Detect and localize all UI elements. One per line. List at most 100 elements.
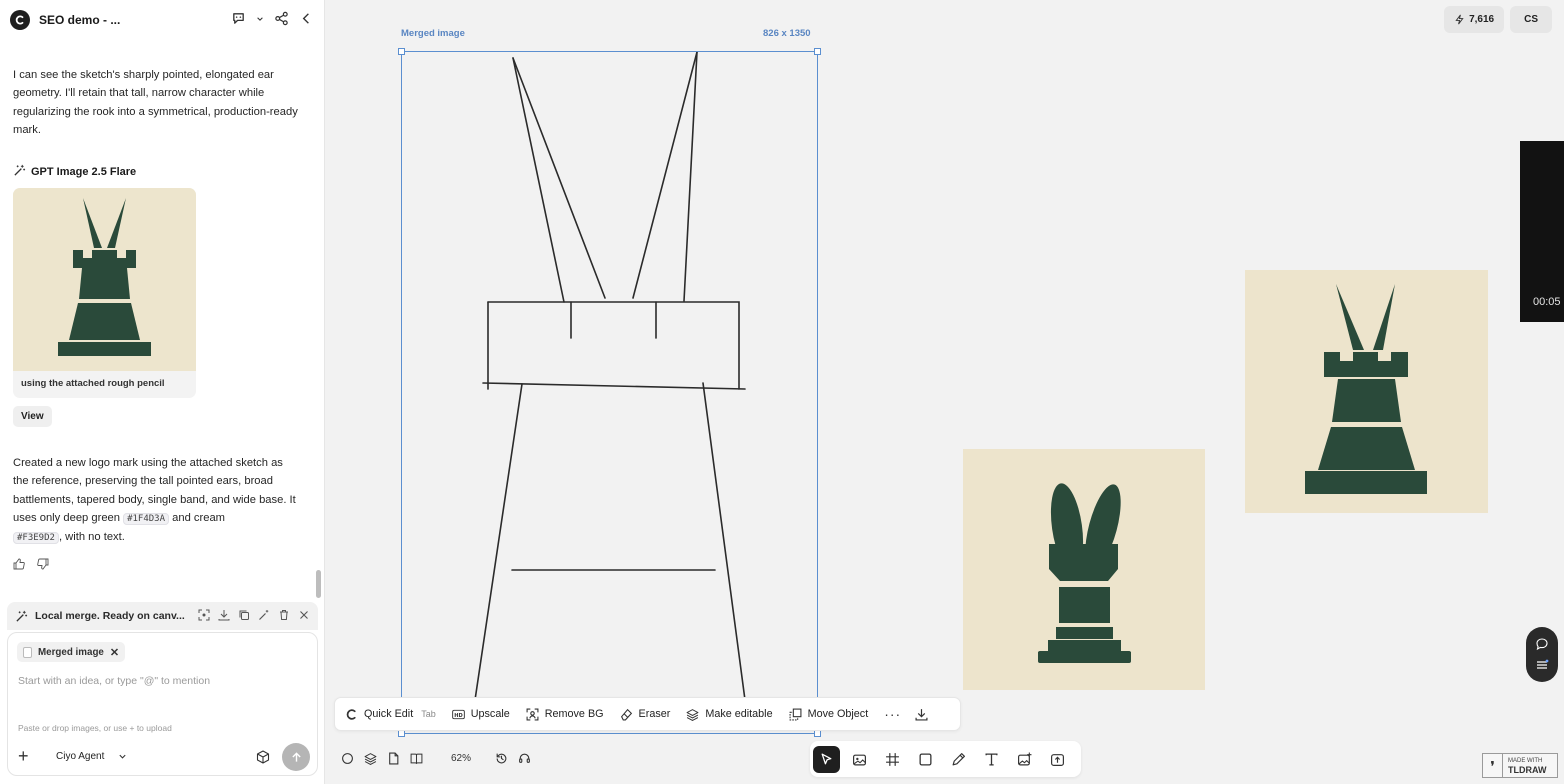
prompt-input[interactable]: Start with an idea, or type "@" to menti… [18,675,210,687]
resize-handle[interactable] [398,730,405,737]
send-button[interactable] [282,743,310,771]
frame-tool-icon[interactable] [879,746,906,773]
layers-icon[interactable] [364,752,377,765]
layers-icon [686,708,699,721]
comment-icon[interactable] [231,11,246,26]
message-text: and cream [172,511,225,524]
download-icon[interactable] [915,708,928,721]
move-object-label: Move Object [807,708,869,720]
color-code-chip: #1F4D3A [123,512,170,525]
ciyo-logo-icon [346,708,356,720]
video-timestamp: 00:05 [1533,296,1561,308]
copy-icon[interactable] [238,609,250,621]
tldraw-badge[interactable]: ❜ MADE WITH TLDRAW [1482,753,1558,778]
canvas-image-rook-pointed[interactable] [1245,270,1488,513]
credits-badge[interactable]: 7,616 [1444,6,1505,33]
selection-frame[interactable] [398,48,821,737]
list-icon[interactable] [1535,658,1549,672]
selection-name: Merged image [401,28,465,39]
download-icon[interactable] [218,609,230,621]
arrow-up-icon [291,751,301,762]
book-icon[interactable] [410,752,423,765]
share-icon[interactable] [274,11,289,26]
model-label: GPT Image 2.5 Flare [13,164,136,180]
thumbs-down-icon[interactable] [37,558,49,573]
add-attachment-button[interactable]: + [18,746,38,767]
color-code-chip: #F3E9D2 [13,532,59,545]
image-thumbnail-icon [23,646,32,658]
hd-icon: HD [451,709,465,719]
selection-dimensions: 826 x 1350 [763,28,811,39]
comment-icon[interactable] [1535,637,1549,651]
move-object-icon [789,708,802,720]
make-editable-label: Make editable [705,708,773,720]
image-actions-toolbar: Quick Edit Tab HD Upscale Remove BG Eras… [334,697,961,731]
merge-status-bar: Local merge. Ready on canv... [7,602,318,630]
select-tool-icon[interactable] [813,745,840,773]
remove-bg-button[interactable]: Remove BG [526,708,604,721]
rectangle-tool-icon[interactable] [912,746,939,773]
move-object-button[interactable]: Move Object [789,708,869,721]
text-tool-icon[interactable] [978,746,1005,773]
focus-icon[interactable] [198,609,210,621]
close-icon[interactable] [298,609,310,621]
chevron-down-icon[interactable] [256,11,264,26]
resize-handle[interactable] [398,48,405,55]
history-icon[interactable] [495,752,508,765]
make-editable-button[interactable]: Make editable [686,708,773,721]
generated-image-thumbnail[interactable] [13,188,196,371]
collapse-icon[interactable] [299,11,314,26]
resize-handle[interactable] [814,48,821,55]
tldraw-label: TLDRAW [1508,764,1547,775]
user-avatar[interactable]: CS [1510,6,1552,33]
attachment-chip[interactable]: Merged image ✕ [17,642,126,662]
agent-selector[interactable]: Ciyo Agent [56,751,127,762]
canvas-image-rook-rounded[interactable] [963,449,1205,690]
canvas[interactable]: Merged image 826 x 1350 00:05 7,616 CS Q… [325,0,1564,784]
agent-label: Ciyo Agent [56,750,105,762]
generated-image-card[interactable]: using the attached rough pencil [13,188,196,398]
assistant-message: I can see the sketch's sharply pointed, … [13,69,298,136]
trash-icon[interactable] [278,609,290,621]
magic-wand-icon[interactable] [258,609,270,621]
chat-panel: SEO demo - ... I can see the sketch's sh… [0,0,325,784]
remove-bg-label: Remove BG [544,708,604,720]
page-icon[interactable] [387,752,400,765]
chat-scrollbar[interactable] [316,570,321,598]
headset-icon[interactable] [518,752,531,765]
image-caption: using the attached rough pencil [21,378,165,389]
panel-header: SEO demo - ... [0,0,324,40]
zoom-level[interactable]: 62% [451,753,471,764]
thumbs-up-icon[interactable] [13,558,25,573]
floating-chat-pill [1526,627,1558,682]
more-options-button[interactable]: ··· [884,706,901,722]
remove-attachment-icon[interactable]: ✕ [110,646,119,659]
resize-handle[interactable] [814,730,821,737]
tool-palette [810,741,1081,777]
chevron-down-icon [119,754,126,759]
chip-label: Merged image [38,646,104,658]
video-clip[interactable]: 00:05 [1520,141,1564,322]
view-button[interactable]: View [13,406,52,427]
tldraw-logo-icon: ❜ [1483,754,1503,777]
shortcut-hint: Tab [421,709,436,719]
export-icon[interactable] [1044,746,1071,773]
bolt-icon [1455,14,1464,25]
circle-icon[interactable] [341,752,354,765]
pencil-tool-icon[interactable] [945,746,972,773]
prompt-composer: Merged image ✕ Start with an idea, or ty… [7,632,318,776]
feedback-row [13,558,49,573]
eraser-label: Eraser [638,708,671,720]
upscale-button[interactable]: HD Upscale [451,708,510,721]
quick-edit-button[interactable]: Quick Edit Tab [345,708,436,721]
add-image-icon[interactable] [1011,746,1038,773]
eraser-button[interactable]: Eraser [620,708,671,721]
project-title[interactable]: SEO demo - ... [39,13,120,27]
message-text: , with no text. [58,531,125,544]
upscale-label: Upscale [470,708,510,720]
quick-edit-label: Quick Edit [364,708,414,720]
cube-icon[interactable] [256,750,270,764]
image-tool-icon[interactable] [846,746,873,773]
svg-text:HD: HD [454,712,463,718]
ciyo-logo-icon[interactable] [10,10,30,30]
